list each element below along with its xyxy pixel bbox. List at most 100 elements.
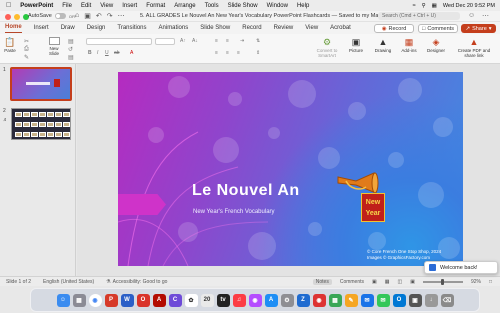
reading-view-icon[interactable]: ◫ (397, 279, 402, 285)
slide-thumbnail-2[interactable] (11, 108, 71, 140)
photos-icon[interactable]: ✿ (184, 293, 198, 307)
canva-icon[interactable]: C (168, 293, 182, 307)
welcome-notification[interactable]: Welcome back! (424, 261, 498, 274)
shrink-font-icon[interactable]: A↓ (192, 38, 198, 44)
layout-icon[interactable]: ▤ (68, 38, 74, 45)
zoom-level[interactable]: 92% (471, 279, 481, 285)
addins-button[interactable]: ▦ Add-ins (398, 37, 420, 53)
cut-icon[interactable]: ✂ (24, 38, 29, 45)
slide-thumbnail-1[interactable] (10, 67, 72, 101)
minimize-window-button[interactable] (14, 13, 20, 20)
convert-smartart-button[interactable]: ⚙ Convert to SmartArt (312, 37, 342, 58)
tab-insert[interactable]: Insert (34, 25, 49, 31)
menu-help[interactable]: Help (297, 3, 309, 9)
launchpad-icon[interactable]: ▦ (72, 293, 86, 307)
language-status[interactable]: English (United States) (43, 279, 94, 285)
menu-tools[interactable]: Tools (205, 3, 219, 9)
acrobat-icon[interactable]: A (152, 293, 166, 307)
tab-animations[interactable]: Animations (159, 25, 189, 31)
menu-slide-show[interactable]: Slide Show (228, 3, 258, 9)
italic-icon[interactable]: I (97, 50, 98, 56)
zoom-slider[interactable] (422, 279, 463, 285)
notes-app-icon[interactable]: ✎ (344, 293, 358, 307)
accessibility-status[interactable]: ⚗ Accessibility: Good to go (106, 279, 167, 285)
menu-insert[interactable]: Insert (122, 3, 137, 9)
menu-view[interactable]: View (100, 3, 113, 9)
strikethrough-icon[interactable]: ab (114, 50, 120, 56)
picture-button[interactable]: ▣ Picture (347, 37, 365, 53)
mail-icon[interactable]: ✉ (360, 293, 374, 307)
menu-format[interactable]: Format (146, 3, 165, 9)
font-family-select[interactable] (86, 38, 152, 45)
autosave-toggle[interactable] (54, 13, 66, 19)
messages-icon[interactable]: ✉ (376, 293, 390, 307)
sheets-icon[interactable]: ▦ (328, 293, 342, 307)
outlook-icon[interactable]: O (392, 293, 406, 307)
preview-icon[interactable]: ▣ (408, 293, 422, 307)
tab-transitions[interactable]: Transitions (117, 25, 146, 31)
current-slide[interactable]: Le Nouvel An New Year's French Vocabular… (118, 72, 463, 266)
bullets-icon[interactable]: ≡ (215, 38, 218, 44)
slide-sorter-icon[interactable]: ▦ (385, 279, 390, 285)
downloads-stack-icon[interactable]: ↓ (424, 293, 438, 307)
control-center-icon[interactable]: ▦ (432, 3, 437, 9)
align-text-icon[interactable]: ⇕ (256, 50, 260, 56)
red-app-icon[interactable]: ◉ (312, 293, 326, 307)
word-dock-icon[interactable]: W (120, 293, 134, 307)
font-color-icon[interactable]: A (130, 50, 133, 56)
menu-datetime[interactable]: Wed Dec 20 9:52 PM (443, 3, 495, 9)
share-button[interactable]: ↗ Share ▾ (461, 24, 496, 33)
account-icon[interactable]: ☺ (468, 12, 475, 19)
new-slide-button[interactable]: New Slide (44, 37, 64, 56)
tab-home[interactable]: Home (5, 23, 22, 33)
system-settings-icon[interactable]: ⚙ (280, 293, 294, 307)
settings-icon[interactable]: ⋯ (482, 12, 489, 20)
section-icon[interactable]: ▤ (68, 54, 74, 61)
slideshow-view-icon[interactable]: ▣ (410, 279, 415, 285)
record-button[interactable]: ◉ Record (374, 24, 414, 33)
align-right-icon[interactable]: ≡ (237, 50, 240, 56)
calendar-icon[interactable]: 20 (200, 293, 214, 307)
drawing-button[interactable]: ▲ Drawing (372, 37, 394, 53)
underline-icon[interactable]: U (105, 50, 109, 56)
format-painter-icon[interactable]: ✎ (24, 54, 29, 61)
text-direction-icon[interactable]: ⇅ (256, 38, 260, 44)
numbering-icon[interactable]: ≡ (226, 38, 229, 44)
chrome-icon[interactable]: ◉ (88, 293, 102, 307)
align-center-icon[interactable]: ≡ (226, 50, 229, 56)
comments-button[interactable]: □ Comments (418, 24, 458, 33)
align-left-icon[interactable]: ≡ (215, 50, 218, 56)
designer-button[interactable]: ◈ Designer (424, 37, 448, 53)
podcasts-icon[interactable]: ◉ (248, 293, 262, 307)
comments-status-button[interactable]: Comments (340, 279, 364, 285)
save-icon[interactable]: ▣ (84, 12, 91, 20)
slide-credit[interactable]: © Core French One Stop Shop, 2024 Images… (367, 249, 441, 260)
menu-file[interactable]: File (62, 3, 72, 9)
menu-edit[interactable]: Edit (81, 3, 91, 9)
tab-draw[interactable]: Draw (61, 25, 75, 31)
tab-design[interactable]: Design (87, 25, 106, 31)
reset-icon[interactable]: ↺ (68, 46, 73, 53)
more-icon[interactable]: ⋯ (118, 12, 125, 20)
font-size-select[interactable] (155, 38, 175, 45)
redo-icon[interactable]: ↷ (107, 12, 113, 20)
notes-button[interactable]: Notes (312, 279, 332, 285)
wifi-icon[interactable]: ≈ (413, 3, 416, 9)
menu-arrange[interactable]: Arrange (174, 3, 195, 9)
tab-slide-show[interactable]: Slide Show (200, 25, 230, 31)
grow-font-icon[interactable]: A↑ (180, 38, 186, 44)
apple-tv-icon[interactable]: tv (216, 293, 230, 307)
autosave-control[interactable]: AutoSave OFF (28, 13, 77, 19)
copy-icon[interactable]: ⎙ (24, 46, 29, 53)
slide-subtitle[interactable]: New Year's French Vocabulary (193, 209, 275, 215)
search-spotlight-icon[interactable]: ⚲ (422, 3, 426, 9)
paste-button[interactable]: 📋 Paste (4, 37, 16, 53)
tab-acrobat[interactable]: Acrobat (330, 25, 351, 31)
trash-icon[interactable]: ⌫ (440, 293, 454, 307)
close-window-button[interactable] (5, 13, 11, 20)
apple-icon[interactable]:  (6, 2, 11, 9)
bold-icon[interactable]: B (88, 50, 92, 56)
powerpoint-dock-icon[interactable]: P (104, 293, 118, 307)
undo-icon[interactable]: ↶ (96, 12, 102, 20)
zoom-app-icon[interactable]: Z (296, 293, 310, 307)
